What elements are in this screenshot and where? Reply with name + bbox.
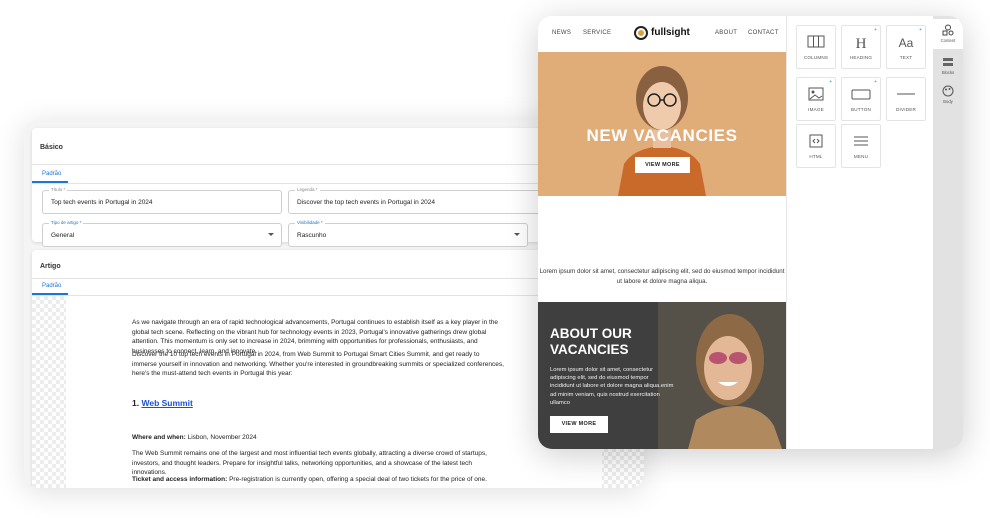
brand-name: fullsight [651, 27, 690, 38]
plus-icon: + [919, 27, 922, 33]
legenda-label: Legenda * [295, 187, 320, 192]
about-section[interactable]: ABOUT OUR VACANCIES Lorem ipsum dolor si… [538, 302, 786, 449]
hero-title: NEW VACANCIES [586, 126, 738, 145]
plus-icon: + [829, 79, 832, 85]
visibilidade-value: Rascunho [297, 232, 327, 239]
about-view-more-button[interactable]: VIEW MORE [550, 416, 608, 433]
nav-news[interactable]: NEWS [552, 30, 571, 36]
block-menu[interactable]: MENU [841, 124, 881, 168]
ticket-value: Pre-registration is currently open, offe… [229, 476, 487, 483]
about-title: ABOUT OUR VACANCIES [550, 326, 632, 357]
block-label: MENU [853, 154, 869, 159]
heading-icon: H [856, 36, 867, 50]
block-label: COLUMNS [803, 55, 829, 60]
shapes-icon [942, 24, 954, 36]
where-line: Where and when: Lisbon, November 2024 [132, 433, 504, 443]
plus-icon: + [874, 79, 877, 85]
sidebar-label: Content [940, 38, 956, 43]
sidebar-label: Blocks [941, 70, 955, 75]
article-heading: 1. Web Summit [132, 398, 193, 408]
article-paragraph: The Web Summit remains one of the larges… [132, 450, 487, 476]
intro-text: Lorem ipsum dolor sit amet, consectetur … [539, 268, 785, 285]
heading-number: 1. [132, 398, 140, 408]
block-heading[interactable]: + H HEADING [841, 25, 881, 69]
article-body-editor[interactable]: As we navigate through an era of rapid t… [66, 296, 602, 488]
tab-padrao-artigo[interactable]: Padrão [34, 283, 69, 289]
block-image[interactable]: + IMAGE [796, 77, 836, 121]
nav-contact[interactable]: CONTACT [748, 30, 779, 36]
block-label: IMAGE [808, 107, 824, 112]
block-label: HTML [809, 154, 823, 159]
block-label: BUTTON [850, 107, 871, 112]
nav-about[interactable]: ABOUT [715, 30, 737, 36]
block-text[interactable]: + Aa TEXT [886, 25, 926, 69]
chevron-down-icon [268, 233, 274, 236]
block-divider[interactable]: DIVIDER [886, 77, 926, 121]
where-value: Lisbon, November 2024 [187, 434, 257, 441]
code-icon [809, 134, 823, 148]
tipo-artigo-label: Tipo de artigo * [49, 220, 84, 225]
where-label: Where and when: [132, 434, 186, 441]
brand-logo: fullsight [634, 25, 694, 43]
chevron-down-icon [514, 233, 520, 236]
hero-section[interactable]: NEW VACANCIES VIEW MORE [538, 52, 786, 196]
svg-text:H: H [856, 36, 867, 50]
palette-icon [942, 85, 954, 97]
article-paragraph: Discover the 10 top tech events in Portu… [132, 351, 504, 377]
hero-view-more-button[interactable]: VIEW MORE [635, 157, 690, 173]
block-html[interactable]: HTML [796, 124, 836, 168]
titulo-value: Top tech events in Portugal in 2024 [51, 199, 153, 206]
tab-padrao[interactable]: Padrão [34, 171, 69, 177]
sidebar-item-body[interactable]: Body [933, 80, 963, 110]
block-label: DIVIDER [895, 107, 917, 112]
ticket-line: Ticket and access information: Pre-regis… [132, 475, 504, 485]
svg-text:Aa: Aa [899, 36, 914, 50]
woman-portrait-image [618, 66, 706, 196]
visibilidade-label: Visibilidade * [295, 220, 325, 225]
ticket-label: Ticket and access information: [132, 476, 228, 483]
logo-dot-icon [638, 30, 644, 36]
editor-sidebar: Content Blocks Body [933, 16, 963, 449]
legenda-value: Discover the top tech events in Portugal… [297, 199, 436, 206]
blocks-panel: COLUMNS + H HEADING + Aa TEXT + IMAGE + … [786, 16, 934, 449]
image-icon [808, 87, 824, 101]
button-icon [851, 89, 871, 100]
block-label: TEXT [899, 55, 913, 60]
email-nav: NEWS SERVICE fullsight ABOUT CONTACT [538, 16, 786, 52]
text-icon: Aa [899, 36, 914, 50]
nav-service[interactable]: SERVICE [583, 30, 611, 36]
tipo-artigo-value: General [51, 232, 75, 239]
block-label: HEADING [849, 55, 873, 60]
titulo-label: Título * [49, 187, 68, 192]
email-editor-window: NEWS SERVICE fullsight ABOUT CONTACT NEW… [538, 16, 963, 449]
columns-icon [807, 35, 825, 48]
about-body: Lorem ipsum dolor sit amet, consectetur … [550, 367, 674, 406]
artigo-title: Artigo [40, 263, 61, 270]
basico-title: Básico [40, 144, 63, 151]
block-columns[interactable]: COLUMNS [796, 25, 836, 69]
web-summit-link[interactable]: Web Summit [141, 398, 192, 408]
sidebar-item-content[interactable]: Content [933, 19, 963, 49]
visibilidade-select[interactable]: Visibilidade * Rascunho [288, 220, 528, 247]
tipo-artigo-select[interactable]: Tipo de artigo * General [42, 220, 282, 247]
plus-icon: + [874, 27, 877, 33]
sidebar-label: Body [943, 99, 953, 104]
divider-icon [897, 93, 915, 95]
block-button[interactable]: + BUTTON [841, 77, 881, 121]
menu-icon [854, 136, 868, 146]
legenda-field[interactable]: Legenda * Discover the top tech events i… [288, 187, 550, 214]
titulo-field[interactable]: Título * Top tech events in Portugal in … [42, 187, 282, 214]
sidebar-item-blocks[interactable]: Blocks [933, 51, 963, 81]
blocks-icon [943, 58, 953, 66]
